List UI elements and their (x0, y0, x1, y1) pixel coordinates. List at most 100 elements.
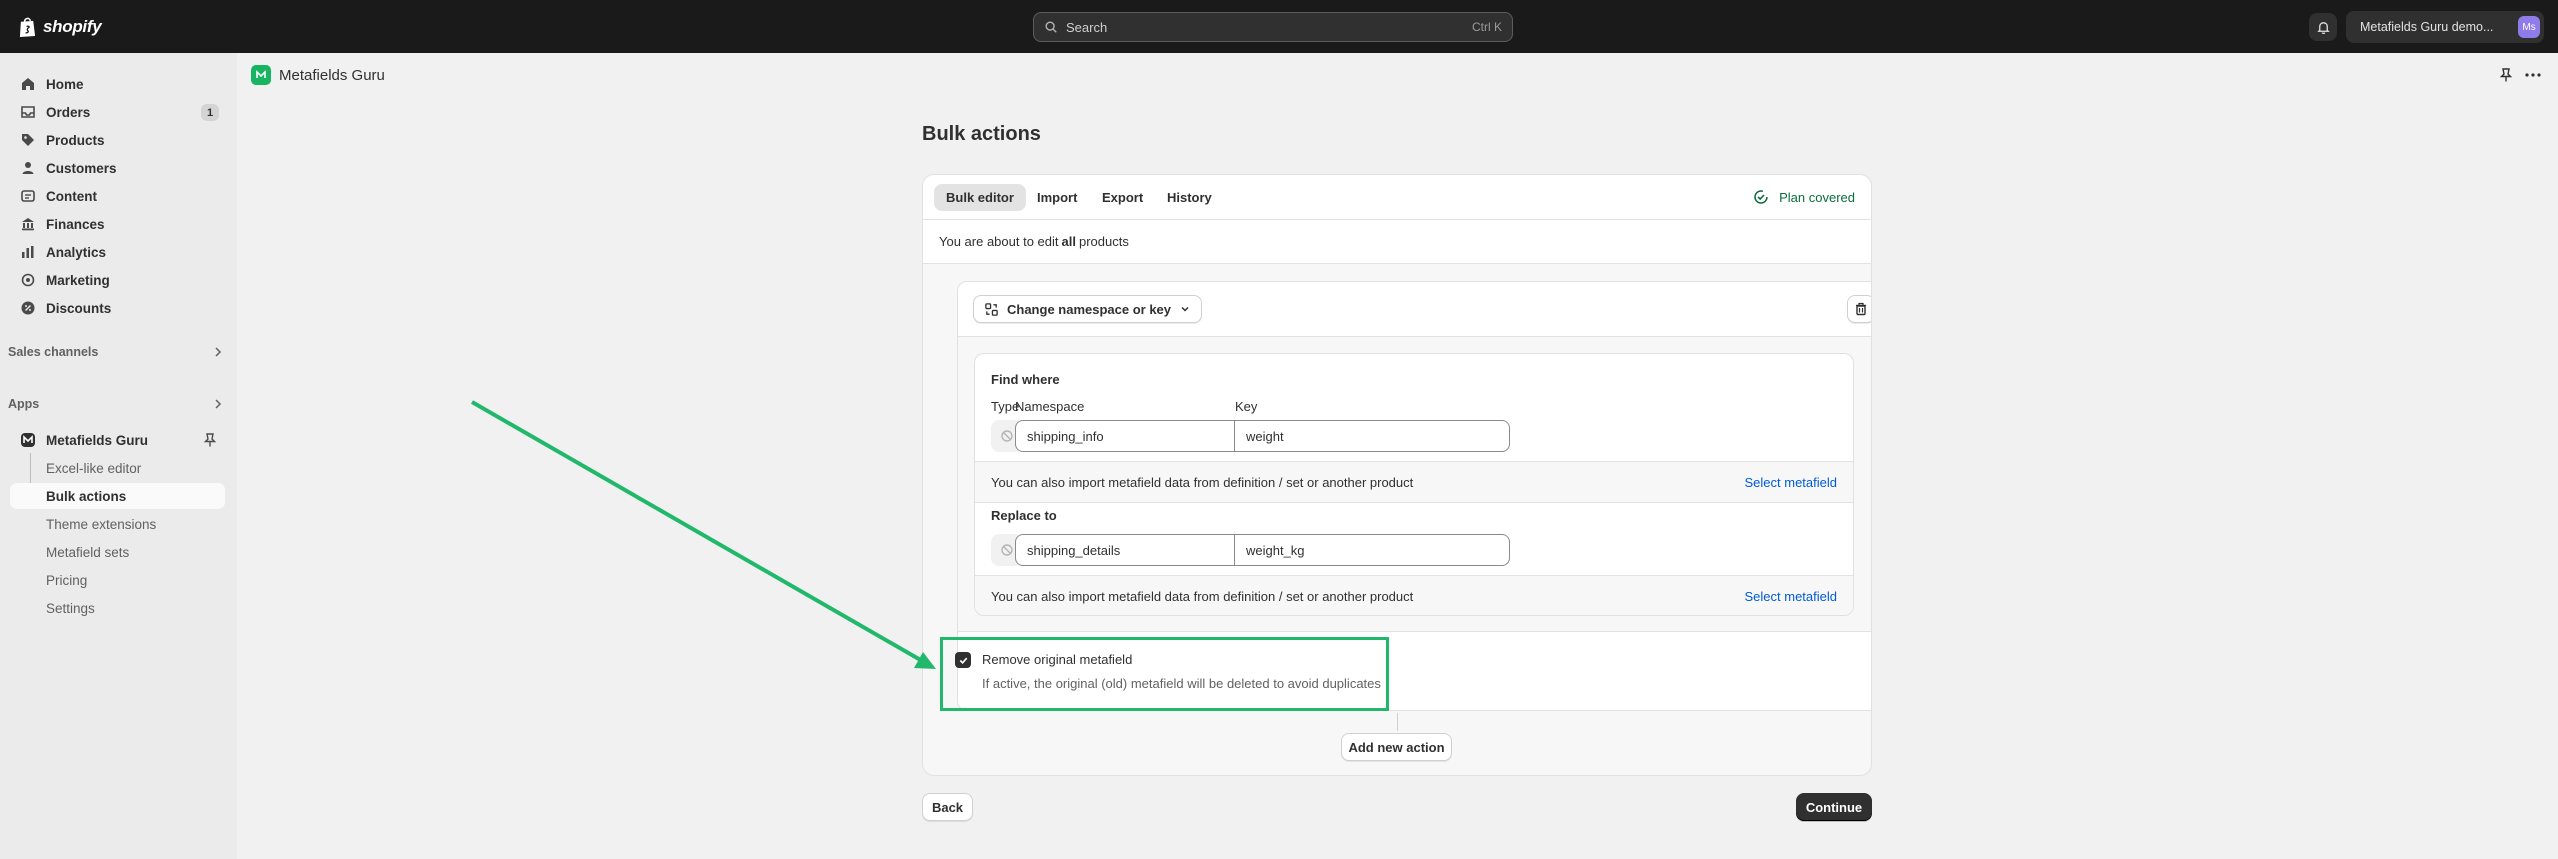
plan-status-label: Plan covered (1779, 189, 1855, 205)
sidebar-item-finances[interactable]: Finances (10, 211, 225, 237)
sidebar-subitem-label: Theme extensions (46, 516, 157, 532)
chevron-right-icon (215, 399, 222, 409)
sidebar-subitem-label: Bulk actions (46, 488, 127, 504)
sidebar-subitem-label: Metafield sets (46, 544, 130, 560)
check-circle-icon (1754, 190, 1768, 204)
sidebar-item-metafields-guru[interactable]: Metafields Guru (10, 427, 225, 453)
sidebar-item-content[interactable]: Content (10, 183, 225, 209)
app-title-bar: Metafields Guru (237, 53, 2558, 97)
sidebar-item-label: Metafields Guru (46, 432, 149, 448)
section-label: Apps (8, 397, 40, 411)
delete-action-button[interactable] (1847, 295, 1871, 323)
action-type-dropdown[interactable]: Change namespace or key (973, 295, 1203, 323)
more-options-icon[interactable] (2524, 67, 2542, 83)
key-column-label: Key (1235, 399, 1258, 414)
target-icon (21, 273, 35, 287)
bank-icon (22, 218, 34, 231)
sidebar-item-label: Analytics (46, 244, 107, 260)
plan-status: Plan covered (1753, 189, 1855, 205)
tab-import[interactable]: Import (1025, 184, 1089, 211)
find-key-input[interactable]: weight (1235, 420, 1510, 452)
sidebar-item-home[interactable]: Home (10, 71, 225, 97)
sidebar-subitem-theme-extensions[interactable]: Theme extensions (10, 511, 225, 537)
sidebar-subitem-settings[interactable]: Settings (10, 595, 225, 621)
sidebar-item-discounts[interactable]: Discounts (10, 295, 225, 321)
sidebar-item-label: Home (46, 76, 84, 92)
store-name: Metafields Guru demo... (2360, 20, 2494, 34)
sidebar-subitem-bulk-actions[interactable]: Bulk actions (10, 483, 225, 509)
apps-section[interactable]: Apps (8, 393, 223, 415)
sidebar-subitem-metafield-sets[interactable]: Metafield sets (10, 539, 225, 565)
card-tabs-header: Bulk editor Import Export History Plan c… (923, 175, 1871, 220)
tab-bulk-editor[interactable]: Bulk editor (934, 184, 1026, 211)
action-body: Find where Type Namespace Key shipping_i… (958, 337, 1871, 632)
section-label: Sales channels (8, 345, 99, 359)
find-import-hint-row: You can also import metafield data from … (975, 461, 1853, 503)
sidebar-item-label: Discounts (46, 300, 112, 316)
sidebar-subitem-label: Excel-like editor (46, 460, 142, 476)
sidebar-subitem-pricing[interactable]: Pricing (10, 567, 225, 593)
replace-namespace-input[interactable]: shipping_details (1015, 534, 1235, 566)
info-bold: all (1061, 234, 1076, 249)
connector-line (1397, 713, 1398, 731)
store-menu-button[interactable]: Metafields Guru demo... Ms (2346, 11, 2544, 43)
search-shortcut: Ctrl K (1472, 20, 1502, 34)
edit-scope-info: You are about to edit all products (923, 220, 1871, 264)
top-bar: shopify Search Ctrl K Metafields Guru de… (0, 0, 2558, 53)
remove-original-checkbox[interactable] (955, 652, 971, 668)
content-icon (21, 190, 35, 202)
discount-icon (21, 301, 35, 315)
sidebar-item-products[interactable]: Products (10, 127, 225, 153)
replace-key-input[interactable]: weight_kg (1235, 534, 1510, 566)
action-header: Change namespace or key (958, 282, 1871, 337)
chevron-right-icon (215, 347, 222, 357)
add-new-action-button[interactable]: Add new action (1341, 733, 1452, 761)
remove-original-option: Remove original metafield If active, the… (940, 637, 1389, 711)
notifications-button[interactable] (2309, 13, 2337, 41)
transform-icon (985, 302, 998, 316)
find-where-title: Find where (991, 372, 1060, 387)
shopify-bag-icon (19, 17, 36, 37)
sidebar-item-label: Customers (46, 160, 117, 176)
select-metafield-link[interactable]: Select metafield (1745, 589, 1838, 604)
search-placeholder: Search (1066, 19, 1108, 35)
remove-original-help: If active, the original (old) metafield … (982, 676, 1381, 691)
pin-icon[interactable] (203, 432, 217, 448)
sidebar-item-label: Orders (46, 104, 91, 120)
find-namespace-input[interactable]: shipping_info (1015, 420, 1235, 452)
continue-button[interactable]: Continue (1796, 793, 1872, 821)
remove-original-label[interactable]: Remove original metafield (982, 652, 1132, 667)
metafields-guru-app-icon (251, 65, 271, 85)
bar-chart-icon (22, 246, 34, 258)
import-hint: You can also import metafield data from … (991, 474, 1414, 490)
app-name: Metafields Guru (279, 66, 385, 84)
sidebar-subitem-label: Settings (46, 600, 95, 616)
sidebar-item-analytics[interactable]: Analytics (10, 239, 225, 265)
sidebar-item-customers[interactable]: Customers (10, 155, 225, 181)
search-icon (1045, 21, 1057, 33)
tag-icon (22, 134, 34, 146)
sidebar-item-label: Finances (46, 216, 105, 232)
sidebar-item-label: Products (46, 132, 105, 148)
namespace-column-label: Namespace (1015, 399, 1085, 414)
avatar: Ms (2518, 16, 2540, 38)
orders-count-badge: 1 (201, 104, 219, 121)
shopify-logo[interactable]: shopify (18, 14, 102, 40)
tab-export[interactable]: Export (1090, 184, 1155, 211)
orders-icon (21, 106, 35, 118)
brand-name: shopify (43, 17, 102, 36)
tab-history[interactable]: History (1155, 184, 1224, 211)
sales-channels-section[interactable]: Sales channels (8, 341, 223, 363)
import-hint: You can also import metafield data from … (991, 589, 1414, 604)
sidebar-subitem-excel-like-editor[interactable]: Excel-like editor (10, 455, 225, 481)
action-type-label: Change namespace or key (1007, 301, 1172, 317)
select-metafield-link[interactable]: Select metafield (1745, 475, 1838, 490)
trash-icon (1856, 302, 1866, 316)
sidebar-item-orders[interactable]: Orders 1 (10, 99, 225, 125)
sidebar-item-label: Marketing (46, 272, 110, 288)
pin-icon[interactable] (2498, 67, 2514, 83)
search-input[interactable]: Search Ctrl K (1033, 12, 1513, 42)
sidebar-item-marketing[interactable]: Marketing (10, 267, 225, 293)
back-button[interactable]: Back (922, 793, 973, 821)
checkmark-icon (959, 657, 967, 664)
